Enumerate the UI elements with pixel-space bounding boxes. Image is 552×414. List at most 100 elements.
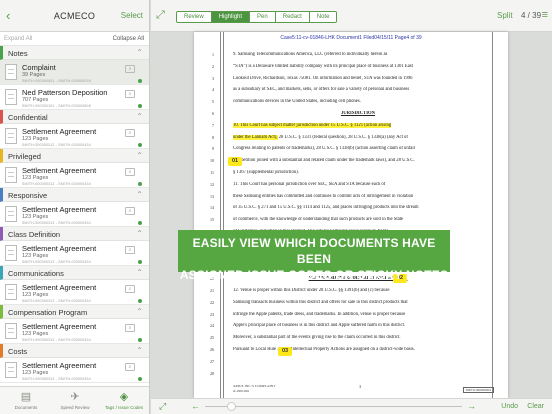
line-number: 25: [210, 335, 214, 341]
line-number: 10: [210, 158, 214, 164]
document-page[interactable]: Case5:11-cv-01846-LHK Document1 Filed04/…: [194, 32, 508, 398]
highlighted-text[interactable]: under the Lanham Act),: [233, 134, 278, 140]
documents-tab[interactable]: ▤ Documents: [6, 389, 46, 410]
document-bates-range: SMITH-000000312 - SMITH-000000434: [22, 221, 91, 225]
search-icon[interactable]: ⌕: [125, 65, 135, 73]
line-number: 1: [212, 52, 214, 57]
split-button[interactable]: Split: [497, 11, 513, 20]
margin-rule-right: [492, 32, 493, 398]
document-bates-range: SMITH-000000312 - SMITH-000000434: [22, 338, 91, 342]
search-icon[interactable]: ⌕: [125, 90, 135, 98]
tag-group-name: Privileged: [8, 152, 41, 161]
chevron-up-icon: ⌃: [136, 48, 143, 57]
document-list-item[interactable]: Settlement Agreement 123 Pages SMITH-00000…: [0, 319, 149, 344]
tab-note[interactable]: Note: [309, 12, 337, 22]
promo-banner: EASILY VIEW WHICH DOCUMENTS HAVE BEEN AS…: [178, 230, 450, 282]
expand-all-button[interactable]: Expand All: [4, 36, 32, 42]
note-indicator-dot: [138, 143, 142, 147]
document-text-line: Lookout Drive, Richardson, Texas 75081. …: [233, 75, 413, 81]
margin-rule-left-2: [223, 32, 224, 398]
line-number: 14: [210, 205, 214, 211]
document-list-item[interactable]: Complaint 39 Pages SMITH-000000001 - SMITH…: [0, 60, 149, 85]
document-text-line: communications devices in the United Sta…: [233, 99, 361, 105]
collapse-all-button[interactable]: Collapse All: [113, 36, 144, 42]
issue-code-badge[interactable]: 03: [278, 347, 292, 356]
chevron-up-icon: ⌃: [136, 151, 143, 160]
document-list-item[interactable]: Ned Patterson Deposition 707 Pages SMITH-0…: [0, 85, 149, 110]
tag-group-name: Responsive: [8, 191, 48, 200]
document-text-line: of commerce, with the knowledge or under…: [233, 217, 404, 223]
document-text-rest: 28 U.S.C. § 1331 (federal question), 28 …: [277, 134, 408, 140]
search-icon[interactable]: ⌕: [125, 168, 135, 176]
page-scrubber[interactable]: [205, 406, 462, 407]
fullscreen-icon[interactable]: ⤢: [156, 9, 165, 22]
document-name: Settlement Agreement: [22, 166, 97, 175]
document-name: Settlement Agreement: [22, 205, 97, 214]
arrow-right-icon[interactable]: →: [467, 401, 476, 411]
tab-pen[interactable]: Pen: [250, 12, 276, 22]
tag-group-header[interactable]: Communications ⌃: [0, 266, 149, 280]
document-thumbnail-icon: [5, 206, 17, 222]
chevron-up-icon: ⌃: [136, 112, 143, 121]
document-name: Settlement Agreement: [22, 361, 97, 370]
chevron-up-icon: ⌃: [136, 229, 143, 238]
tags-issue-codes-tab[interactable]: ◈ Tags / Issue Codes: [104, 389, 144, 410]
line-number: 22: [210, 299, 214, 305]
expand-collapse-row: Expand All Collapse All: [0, 32, 149, 46]
tab-redact[interactable]: Redact: [275, 12, 310, 22]
tag-group-header[interactable]: Compensation Program ⌃: [0, 305, 149, 319]
more-icon[interactable]: ≡: [542, 9, 548, 21]
bottom-bar: ⤢ ← → Undo Clear: [151, 398, 552, 414]
document-name: Settlement Agreement: [22, 244, 97, 253]
search-icon[interactable]: ⌕: [125, 207, 135, 215]
tag-group-header[interactable]: Costs ⌃: [0, 344, 149, 358]
document-name: Settlement Agreement: [22, 283, 97, 292]
issue-code-badge[interactable]: 01: [228, 157, 242, 166]
select-button[interactable]: Select: [121, 11, 143, 20]
chevron-up-icon: ⌃: [136, 190, 143, 199]
tab-highlight[interactable]: Highlight: [211, 12, 251, 22]
document-list-item[interactable]: Settlement Agreement 123 Pages SMITH-00000…: [0, 124, 149, 149]
documents-icon: ▤: [20, 391, 32, 403]
document-bates-range: SMITH-000000312 - SMITH-000000434: [22, 182, 91, 186]
search-icon[interactable]: ⌕: [125, 129, 135, 137]
tag-group-header[interactable]: Confidential ⌃: [0, 110, 149, 124]
document-page-count: 123 Pages: [22, 370, 49, 376]
document-thumbnail-icon: [5, 128, 17, 144]
note-indicator-dot: [138, 182, 142, 186]
collapse-arrow-icon[interactable]: ⤢: [159, 401, 166, 412]
document-text-line: under the Lanham Act), 28 U.S.C. § 1331 …: [233, 134, 483, 140]
undo-button[interactable]: Undo: [501, 403, 518, 410]
arrow-left-icon[interactable]: ←: [191, 401, 200, 411]
document-list-item[interactable]: Settlement Agreement 123 Pages SMITH-00000…: [0, 202, 149, 227]
tag-group-header[interactable]: Responsive ⌃: [0, 188, 149, 202]
document-thumbnail-icon: [5, 323, 17, 339]
document-page-count: 123 Pages: [22, 214, 49, 220]
banner-line-2: ASSIGNED ISSUE CODES OR STICKY NOTES: [179, 268, 449, 282]
note-indicator-dot: [138, 338, 142, 342]
tag-group-header[interactable]: Notes ⌃: [0, 46, 149, 60]
document-list-item[interactable]: Settlement Agreement 123 Pages SMITH-00000…: [0, 241, 149, 266]
document-list-item[interactable]: Settlement Agreement 123 Pages SMITH-00000…: [0, 280, 149, 305]
document-text-line: infringe the Apple patents, trade dress,…: [233, 311, 406, 317]
clear-button[interactable]: Clear: [527, 403, 544, 410]
tab-review[interactable]: Review: [177, 12, 212, 22]
document-list-item[interactable]: Settlement Agreement 123 Pages SMITH-00000…: [0, 163, 149, 188]
margin-rule-left: [220, 32, 221, 398]
note-indicator-dot: [138, 377, 142, 381]
speed-review-tab[interactable]: ✈ Speed Review: [55, 389, 95, 410]
search-icon[interactable]: ⌕: [125, 285, 135, 293]
search-icon[interactable]: ⌕: [125, 324, 135, 332]
page-indicator: 4 / 39: [521, 11, 542, 20]
search-icon[interactable]: ⌕: [125, 363, 135, 371]
highlighted-text[interactable]: 10. This Court has subject matter jurisd…: [233, 122, 392, 128]
document-bates-range: SMITH-000000312 - SMITH-000000434: [22, 377, 91, 381]
search-icon[interactable]: ⌕: [125, 246, 135, 254]
document-thumbnail-icon: [5, 362, 17, 378]
tag-group-header[interactable]: Privileged ⌃: [0, 149, 149, 163]
scrubber-knob[interactable]: [227, 402, 236, 411]
line-number: 15: [210, 217, 214, 223]
document-list-item[interactable]: Settlement Agreement 123 Pages SMITH-00000…: [0, 358, 149, 383]
note-indicator-dot: [138, 260, 142, 264]
tag-group-header[interactable]: Class Definition ⌃: [0, 227, 149, 241]
